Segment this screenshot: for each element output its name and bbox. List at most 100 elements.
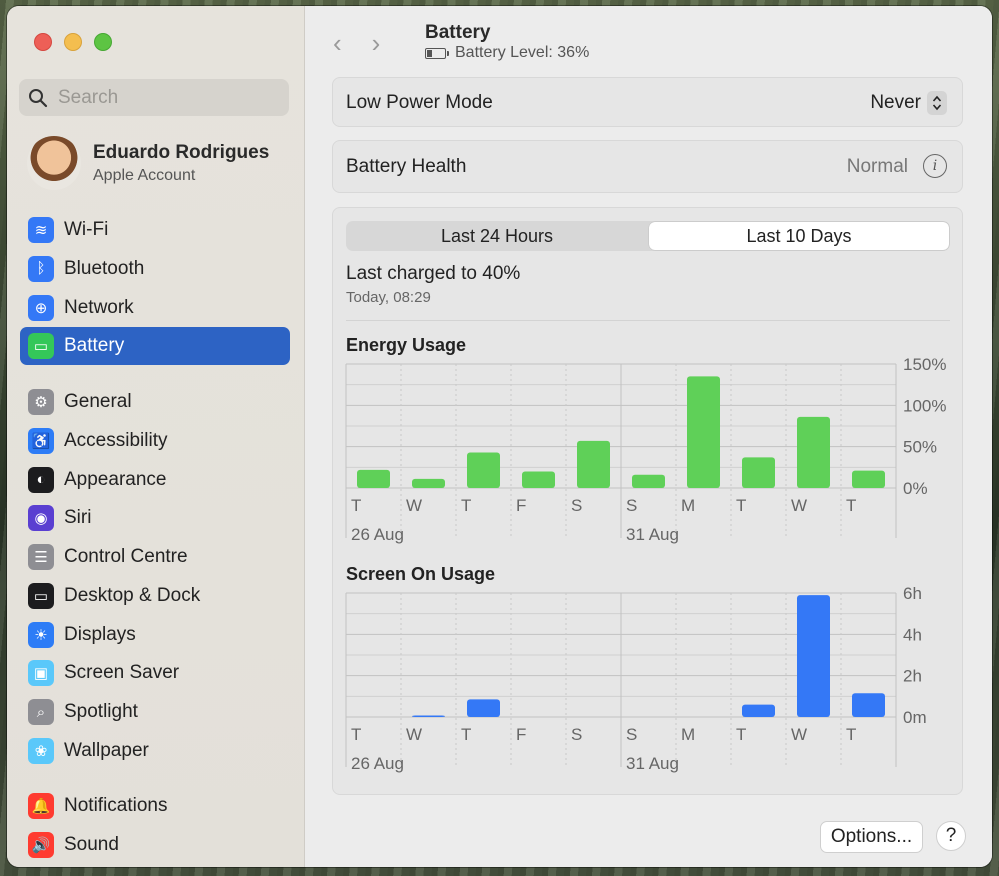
- wifi-icon: ≋: [28, 217, 54, 243]
- bar: [852, 470, 885, 488]
- close-button[interactable]: [34, 33, 52, 51]
- sidebar-item-notifications[interactable]: 🔔 Notifications: [20, 787, 290, 825]
- low-power-mode-value[interactable]: Never: [870, 92, 921, 114]
- x-tick-label: T: [351, 725, 361, 744]
- help-button[interactable]: ?: [936, 821, 966, 851]
- low-power-mode-popup[interactable]: [927, 91, 947, 115]
- sidebar-item-bluetooth[interactable]: ᛒ Bluetooth: [20, 250, 290, 288]
- sidebar-item-label: Network: [64, 296, 134, 318]
- back-button[interactable]: ‹: [333, 28, 342, 59]
- low-power-mode-label: Low Power Mode: [346, 92, 493, 113]
- sidebar-item-spotlight[interactable]: ⌕ Spotlight: [20, 693, 290, 731]
- x-tick-label: W: [791, 496, 807, 515]
- sidebar-item-wi-fi[interactable]: ≋ Wi-Fi: [20, 211, 290, 249]
- x-tick-label: W: [406, 496, 422, 515]
- sidebar-item-desktop-dock[interactable]: ▭ Desktop & Dock: [20, 577, 290, 615]
- time-range-segmented-control: Last 24 Hours Last 10 Days: [346, 221, 950, 251]
- tab-last-10-days[interactable]: Last 10 Days: [649, 222, 949, 250]
- bar: [632, 474, 665, 488]
- search-input[interactable]: [56, 85, 280, 110]
- sidebar-item-label: Desktop & Dock: [64, 584, 201, 606]
- y-tick-label: 100%: [903, 396, 946, 415]
- x-tick-label: S: [571, 725, 582, 744]
- sidebar-item-label: Sound: [64, 833, 119, 855]
- sidebar-item-label: Bluetooth: [64, 257, 145, 279]
- date-label: 31 Aug: [626, 525, 679, 544]
- sidebar-item-label: Accessibility: [64, 429, 168, 451]
- y-tick-label: 2h: [903, 667, 922, 686]
- info-icon[interactable]: i: [923, 154, 947, 178]
- nav-arrows: ‹ ›: [333, 28, 380, 59]
- forward-button[interactable]: ›: [372, 28, 381, 59]
- bar: [467, 452, 500, 488]
- spotlight-icon: ⌕: [28, 699, 54, 725]
- bar: [577, 440, 610, 488]
- x-tick-label: F: [516, 725, 526, 744]
- bar: [797, 595, 830, 717]
- x-tick-label: T: [846, 725, 856, 744]
- minimize-button[interactable]: [64, 33, 82, 51]
- accessibility-icon: ♿: [28, 427, 54, 454]
- x-tick-label: T: [461, 496, 471, 515]
- battery-health-row: Battery Health Normal i: [332, 140, 963, 193]
- sidebar-item-label: Displays: [64, 623, 136, 645]
- control-centre-icon: ☰: [28, 544, 54, 570]
- divider: [346, 320, 950, 321]
- wallpaper-icon: ❀: [28, 737, 54, 764]
- bar: [522, 471, 555, 488]
- sidebar-item-general[interactable]: ⚙ General: [20, 383, 290, 421]
- options-button[interactable]: Options...: [820, 821, 923, 853]
- sidebar-item-label: Wi-Fi: [64, 219, 109, 240]
- sidebar-item-appearance[interactable]: ◐ Appearance: [20, 461, 290, 499]
- sidebar-item-label: Spotlight: [64, 701, 138, 722]
- date-label: 26 Aug: [351, 525, 404, 544]
- energy-usage-chart: 150% 100% 50% 0% T W T F S S M T W T 26 Aug 31 Aug: [345, 358, 946, 544]
- sidebar-item-label: Wallpaper: [64, 739, 149, 761]
- sidebar-item-label: Siri: [64, 507, 92, 529]
- sidebar-item-displays[interactable]: ☀ Displays: [20, 616, 290, 654]
- search-field[interactable]: [19, 79, 289, 116]
- bar: [687, 376, 720, 488]
- date-label: 31 Aug: [626, 754, 679, 773]
- sidebar-item-control-centre[interactable]: ☰ Control Centre: [20, 538, 290, 576]
- displays-icon: ☀: [28, 621, 54, 648]
- page-title: Battery: [425, 22, 491, 43]
- screen-saver-icon: ▣: [28, 660, 54, 687]
- globe-icon: ⊕: [28, 294, 54, 321]
- sidebar-group-connectivity: ≋ Wi-Fi ᛒ Bluetooth ⊕ Network ▭ Battery: [20, 211, 290, 366]
- sidebar-item-label: Screen Saver: [64, 662, 180, 684]
- battery-level-status: Battery Level: 36%: [425, 44, 589, 62]
- notifications-icon: 🔔: [28, 793, 54, 819]
- sidebar-item-sound[interactable]: 🔊 Sound: [20, 826, 290, 864]
- battery-level-text: Battery Level: 36%: [455, 44, 590, 61]
- last-charged-time: Today, 08:29: [346, 289, 431, 306]
- x-tick-label: S: [626, 725, 637, 744]
- bar: [467, 699, 500, 717]
- bar: [742, 704, 775, 717]
- y-tick-label: 0%: [903, 479, 928, 498]
- sidebar-item-network[interactable]: ⊕ Network: [20, 289, 290, 327]
- usage-card: Last 24 Hours Last 10 Days Last charged …: [332, 207, 963, 795]
- sidebar-item-label: Control Centre: [64, 546, 188, 567]
- y-tick-label: 150%: [903, 358, 946, 374]
- apple-account[interactable]: Eduardo Rodrigues Apple Account: [27, 136, 269, 190]
- sidebar: Eduardo Rodrigues Apple Account ≋ Wi-Fi ᛒB…: [7, 6, 305, 867]
- sidebar-item-wallpaper[interactable]: ❀ Wallpaper: [20, 732, 290, 770]
- zoom-button[interactable]: [94, 33, 112, 51]
- bluetooth-icon: ᛒ: [28, 255, 54, 282]
- battery-health-value: Normal: [846, 156, 908, 177]
- bar: [412, 715, 445, 717]
- sidebar-item-battery[interactable]: ▭ Battery: [20, 327, 290, 366]
- tab-last-24-hours[interactable]: Last 24 Hours: [347, 222, 647, 250]
- y-tick-label: 6h: [903, 587, 922, 603]
- energy-usage-title: Energy Usage: [346, 335, 467, 355]
- bar: [412, 478, 445, 488]
- sidebar-item-siri[interactable]: ◉ Siri: [20, 499, 290, 537]
- x-tick-label: T: [736, 725, 746, 744]
- x-tick-label: W: [406, 725, 422, 744]
- x-tick-label: T: [846, 496, 856, 515]
- x-tick-label: M: [681, 496, 695, 515]
- sidebar-item-screen-saver[interactable]: ▣ Screen Saver: [20, 654, 290, 692]
- sidebar-item-accessibility[interactable]: ♿ Accessibility: [20, 422, 290, 460]
- y-tick-label: 4h: [903, 625, 922, 644]
